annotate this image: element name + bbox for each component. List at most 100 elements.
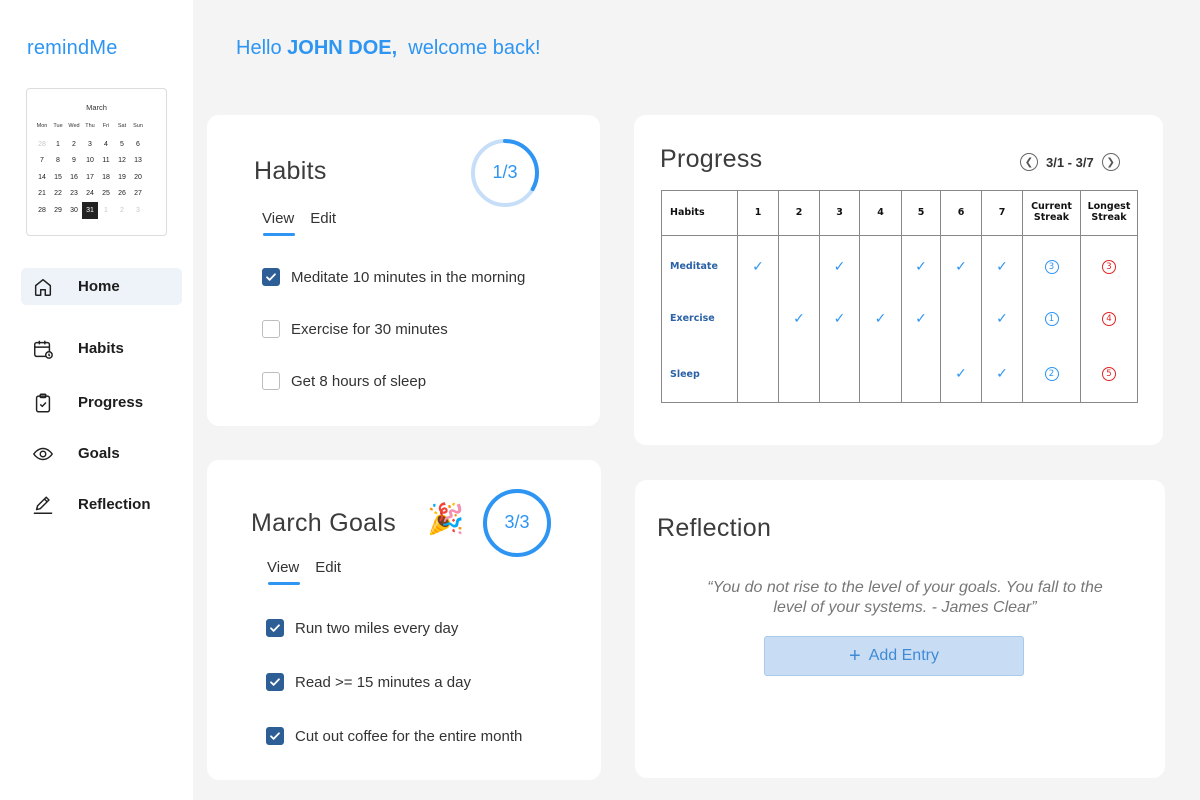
calendar-day[interactable]: 24 [82,186,98,203]
calendar-day[interactable]: 8 [50,153,66,170]
habits-item[interactable]: Meditate 10 minutes in the morning [262,268,525,286]
checkbox[interactable] [266,727,284,745]
day-cell: ✓ [778,291,820,347]
current-streak-cell: 1 [1022,291,1081,347]
calendar-day[interactable]: 17 [82,169,98,186]
calendar-day[interactable]: 16 [66,169,82,186]
prev-week-button[interactable]: ❮ [1020,153,1038,171]
longest-streak-cell: 4 [1080,291,1138,347]
calendar-day[interactable]: 25 [98,186,114,203]
current-streak-cell: 3 [1022,235,1081,292]
clipboard-check-icon [35,393,51,413]
day-cell [778,346,820,403]
table-row: Exercise ✓ ✓ ✓ ✓ ✓ 1 4 [661,291,1138,347]
day-cell: ✓ [901,291,941,347]
checkmark-icon: ✓ [955,366,967,383]
checkbox[interactable] [262,372,280,390]
habits-tab-edit[interactable]: Edit [310,210,336,227]
day-cell: ✓ [981,346,1023,403]
calendar-day[interactable]: 3 [82,136,98,153]
checkmark-icon: ✓ [915,258,927,275]
goals-item[interactable]: Run two miles every day [266,619,458,637]
habits-item[interactable]: Exercise for 30 minutes [262,320,448,338]
calendar-day[interactable]: 21 [34,186,50,203]
user-name: JOHN DOE, [287,37,398,59]
calendar-day[interactable]: 5 [114,136,130,153]
checkbox[interactable] [262,268,280,286]
habits-card: Habits 1/3 View Edit Meditate 10 minutes… [207,115,600,426]
calendar-day[interactable]: 27 [130,186,146,203]
calendar-day[interactable]: 19 [114,169,130,186]
day-cell: ✓ [981,235,1023,292]
calendar-day[interactable]: 7 [34,153,50,170]
calendar-day[interactable]: 10 [82,153,98,170]
checkbox[interactable] [266,673,284,691]
app-logo[interactable]: remindMe [27,37,118,60]
pencil-icon [33,496,53,514]
calendar-day-selected[interactable]: 31 [82,202,98,219]
calendar-day[interactable]: 22 [50,186,66,203]
checkmark-icon: ✓ [874,310,887,327]
current-streak-badge: 3 [1044,259,1059,274]
checkmark-icon: ✓ [996,310,1008,327]
checkbox[interactable] [262,320,280,338]
date-range-label: 3/1 - 3/7 [1046,154,1094,170]
table-row: Sleep ✓ ✓ 2 5 [661,346,1138,403]
day-cell: ✓ [981,291,1023,347]
calendar-day[interactable]: 28 [34,202,50,219]
calendar-day[interactable]: 6 [130,136,146,153]
calendar-weekday: Sun [133,123,143,129]
goals-tab-edit[interactable]: Edit [315,559,341,576]
calendar-day[interactable]: 14 [34,169,50,186]
nav-item-reflection[interactable]: Reflection [21,486,182,523]
goals-item[interactable]: Cut out coffee for the entire month [266,727,522,745]
add-entry-button[interactable]: + Add Entry [764,636,1024,676]
nav-item-home[interactable]: Home [21,268,182,305]
habits-title: Habits [254,157,327,185]
calendar-day[interactable]: 15 [50,169,66,186]
calendar-day[interactable]: 30 [66,202,82,219]
date-range-selector: ❮ 3/1 - 3/7 ❯ [1020,153,1120,171]
calendar-day[interactable]: 11 [98,153,114,170]
nav-item-progress[interactable]: Progress [21,384,182,421]
calendar-day[interactable]: 2 [114,202,130,219]
goals-item[interactable]: Read >= 15 minutes a day [266,673,471,691]
calendar-weekday: Tue [53,123,63,129]
col-header-day: 4 [859,190,902,236]
habits-item-label: Meditate 10 minutes in the morning [291,268,526,286]
calendar-day[interactable]: 9 [66,153,82,170]
calendar-day[interactable]: 1 [50,136,66,153]
calendar-day[interactable]: 26 [114,186,130,203]
calendar-day[interactable]: 23 [66,186,82,203]
habits-tab-view[interactable]: View [262,210,296,236]
goals-progress-ring: 3/3 [482,488,552,558]
nav-label: Home [78,278,120,295]
goals-tab-view[interactable]: View [267,559,301,585]
calendar-day[interactable]: 20 [130,169,146,186]
checkmark-icon: ✓ [833,258,846,275]
checkbox[interactable] [266,619,284,637]
nav-item-goals[interactable]: Goals [21,435,182,472]
checkmark-icon: ✓ [996,258,1008,275]
habits-item[interactable]: Get 8 hours of sleep [262,372,426,390]
calendar-day[interactable]: 12 [114,153,130,170]
day-cell [819,346,860,403]
day-cell [940,291,982,347]
calendar-day[interactable]: 18 [98,169,114,186]
next-week-button[interactable]: ❯ [1101,153,1120,171]
calendar-day[interactable]: 3 [130,202,146,219]
habit-name-cell: Exercise [661,291,738,347]
calendar-day[interactable]: 2 [66,136,82,153]
checkmark-icon: ✓ [833,310,846,327]
calendar-day[interactable]: 4 [98,136,114,153]
calendar-day[interactable]: 13 [130,153,146,170]
calendar-day[interactable]: 29 [50,202,66,219]
checkmark-icon [270,732,280,740]
nav-item-habits[interactable]: Habits [21,330,182,367]
greeting-prefix: Hello [236,37,282,59]
calendar-day[interactable]: 1 [98,202,114,219]
col-header-day: 1 [737,190,779,236]
day-cell [737,346,779,403]
progress-title: Progress [660,145,763,173]
calendar-day[interactable]: 28 [34,136,50,153]
